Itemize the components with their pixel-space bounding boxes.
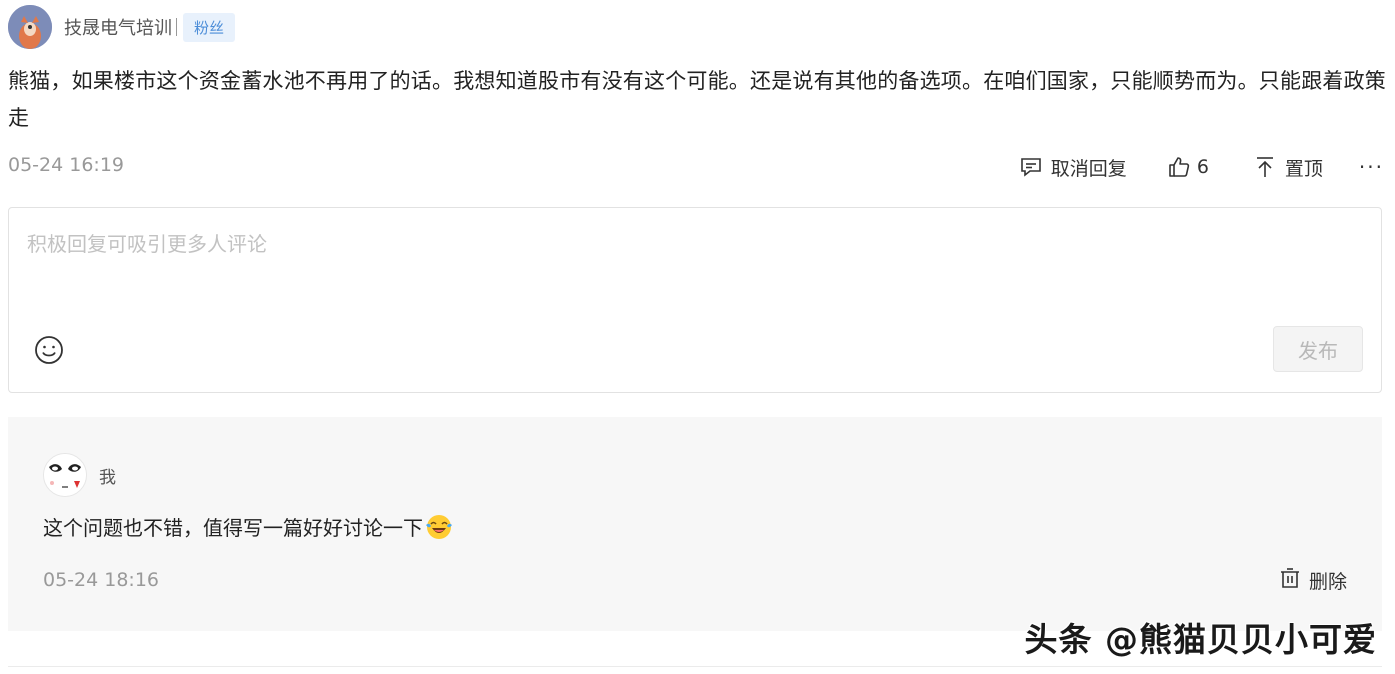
sub-reply: 我 这个问题也不错，值得写一篇好好讨论一下 05-24 18:16 删除 bbox=[8, 417, 1382, 631]
sub-reply-header: 我 bbox=[43, 453, 116, 497]
fan-badge: 粉丝 bbox=[183, 12, 236, 42]
smiley-icon[interactable] bbox=[34, 335, 64, 365]
sub-reply-body: 这个问题也不错，值得写一篇好好讨论一下 bbox=[43, 512, 453, 541]
comment-header: 技晟电气培训 粉丝 bbox=[8, 5, 236, 49]
comment-actions: 取消回复 6 置顶 ··· bbox=[1019, 152, 1384, 182]
pin-button[interactable]: 置顶 bbox=[1245, 154, 1323, 181]
reply-box: 发布 bbox=[8, 207, 1382, 393]
sub-reply-author[interactable]: 我 bbox=[99, 463, 116, 488]
user-avatar[interactable] bbox=[43, 453, 87, 497]
delete-label: 删除 bbox=[1308, 571, 1347, 593]
like-count: 6 bbox=[1196, 156, 1209, 178]
like-button[interactable]: 6 bbox=[1161, 155, 1209, 179]
laughing-crying-icon bbox=[425, 513, 453, 541]
watermark: 头条 @熊猫贝贝小可爱 bbox=[1024, 620, 1377, 659]
comment-body: 熊猫，如果楼市这个资金蓄水池不再用了的话。我想知道股市有没有这个可能。还是说有其… bbox=[8, 69, 1386, 130]
name-divider bbox=[176, 18, 177, 36]
publish-button[interactable]: 发布 bbox=[1273, 326, 1363, 372]
pin-top-icon bbox=[1255, 156, 1275, 178]
more-button[interactable]: ··· bbox=[1359, 155, 1384, 179]
thumbs-up-icon bbox=[1167, 155, 1191, 179]
author-name[interactable]: 技晟电气培训 bbox=[64, 14, 172, 40]
reply-input[interactable] bbox=[27, 224, 1357, 264]
sub-reply-time: 05-24 18:16 bbox=[43, 569, 160, 591]
cancel-reply-button[interactable]: 取消回复 bbox=[1019, 154, 1127, 181]
comment-meta-row: 05-24 16:19 取消回复 6 置顶 ··· bbox=[8, 152, 1384, 182]
pin-label: 置顶 bbox=[1284, 157, 1323, 180]
cancel-reply-label: 取消回复 bbox=[1050, 157, 1127, 180]
trash-icon bbox=[1279, 567, 1301, 594]
sub-reply-text: 这个问题也不错，值得写一篇好好讨论一下 bbox=[43, 516, 423, 540]
comment-time: 05-24 16:19 bbox=[8, 154, 125, 176]
comment-icon bbox=[1019, 155, 1043, 179]
bottom-divider bbox=[8, 666, 1382, 667]
author-avatar[interactable] bbox=[8, 5, 52, 49]
delete-button[interactable]: 删除 bbox=[1279, 567, 1347, 594]
